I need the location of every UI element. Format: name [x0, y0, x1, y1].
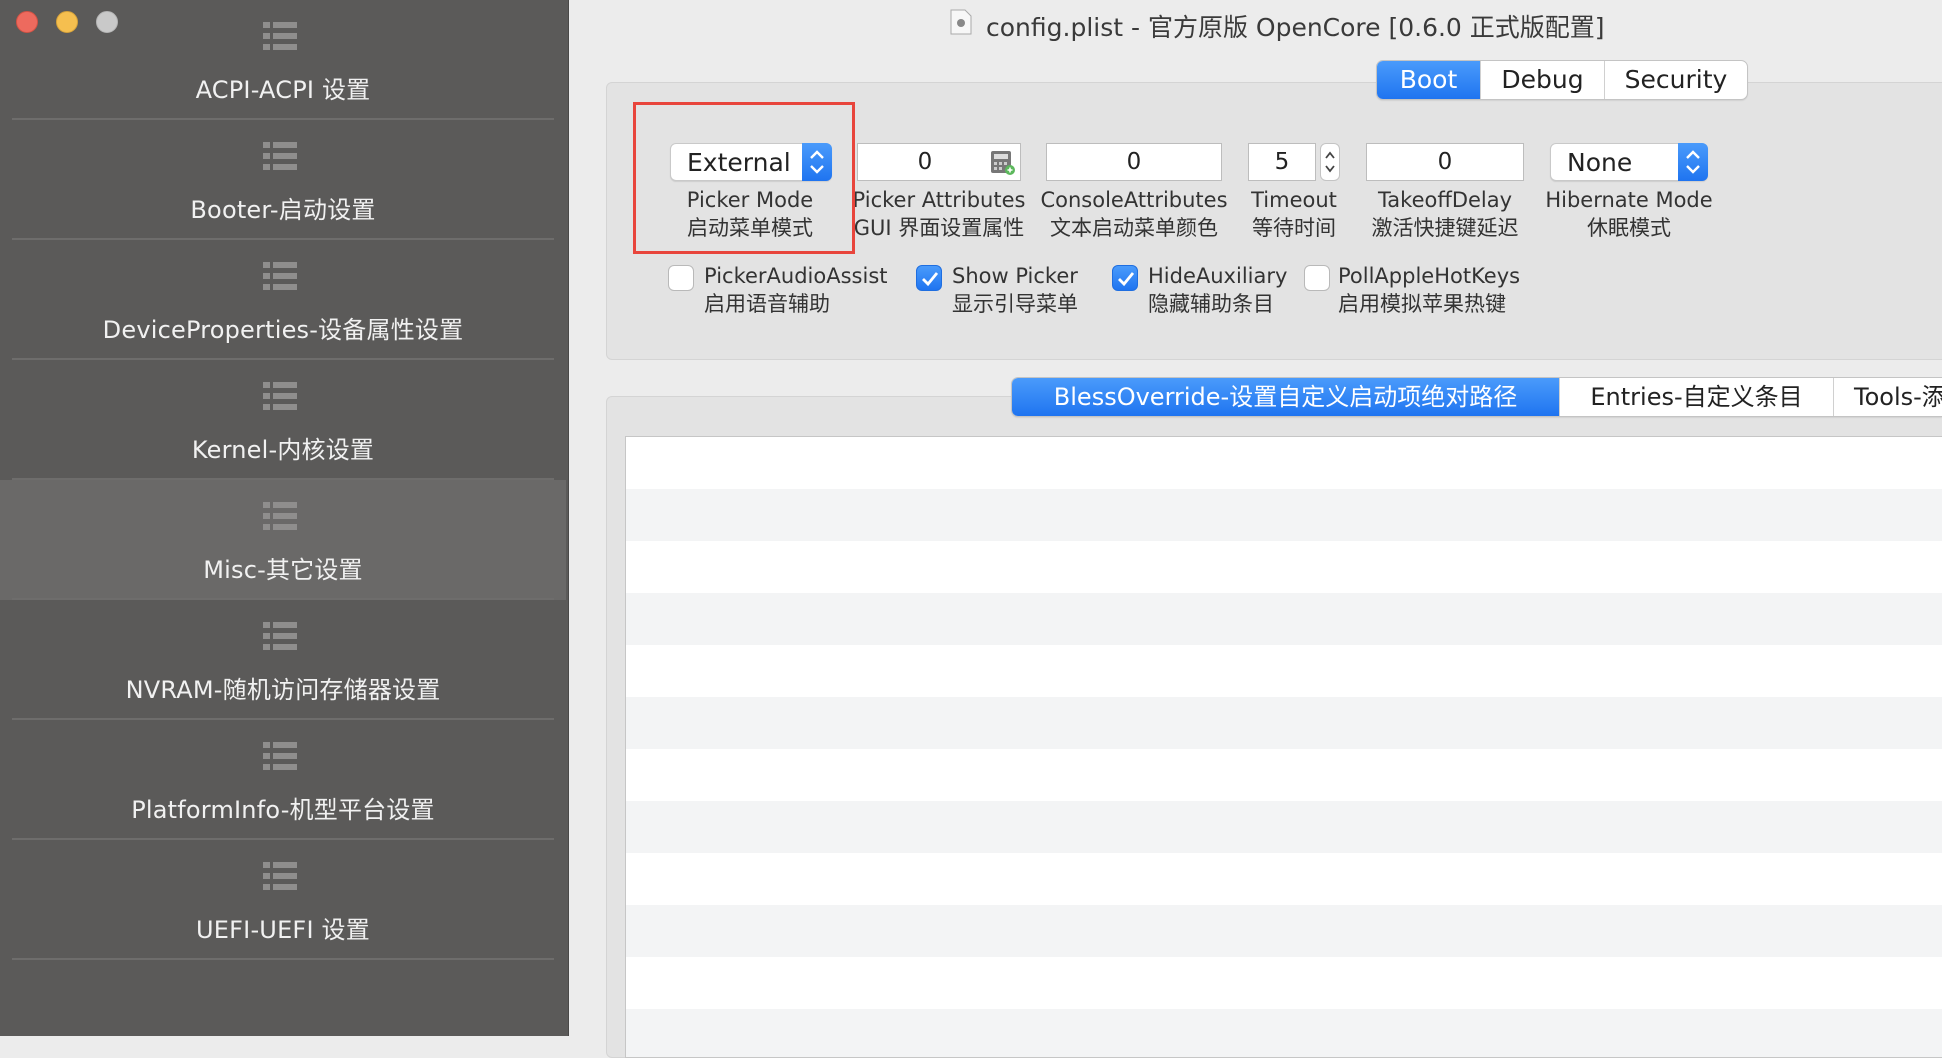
list-icon — [263, 142, 297, 170]
top-tab-bar: Boot Debug Security — [1376, 60, 1748, 100]
hide-auxiliary-checkbox[interactable] — [1112, 265, 1138, 291]
list-row[interactable] — [626, 541, 1942, 593]
picker-audio-assist-label-en: PickerAudioAssist — [704, 264, 888, 288]
timeout-label: Timeout 等待时间 — [1234, 186, 1354, 242]
list-icon — [263, 22, 297, 50]
list-row[interactable] — [626, 1009, 1942, 1057]
list-row[interactable] — [626, 749, 1942, 801]
timeout-label-cn: 等待时间 — [1252, 216, 1336, 240]
checkmark-icon — [922, 272, 939, 287]
poll-apple-hotkeys-label-en: PollAppleHotKeys — [1338, 264, 1521, 288]
tab-bless-override[interactable]: BlessOverride-设置自定义启动项绝对路径 — [1012, 378, 1560, 416]
list-icon — [263, 262, 297, 290]
tab-entries[interactable]: Entries-自定义条目 — [1560, 378, 1834, 416]
list-icon — [263, 502, 297, 530]
sidebar-item-uefi[interactable]: UEFI-UEFI 设置 — [0, 840, 566, 960]
list-row[interactable] — [626, 853, 1942, 905]
takeoff-delay-label-en: TakeoffDelay — [1377, 188, 1513, 212]
picker-attributes-value: 0 — [917, 149, 933, 175]
list-icon — [263, 622, 297, 650]
console-attributes-label-cn: 文本启动菜单颜色 — [1050, 216, 1218, 240]
takeoff-delay-value: 0 — [1437, 149, 1453, 175]
list-icon — [263, 382, 297, 410]
console-attributes-label: ConsoleAttributes 文本启动菜单颜色 — [1034, 186, 1234, 242]
timeout-field[interactable]: 5 — [1248, 143, 1316, 181]
poll-apple-hotkeys-label: PollAppleHotKeys 启用模拟苹果热键 — [1338, 262, 1520, 318]
poll-apple-hotkeys-checkbox[interactable] — [1304, 265, 1330, 291]
sidebar-item-label: Kernel-内核设置 — [191, 436, 375, 464]
hibernate-mode-popup[interactable]: None — [1550, 143, 1708, 181]
show-picker-label-en: Show Picker — [952, 264, 1078, 288]
picker-audio-assist-label: PickerAudioAssist 启用语音辅助 — [704, 262, 888, 318]
timeout-label-en: Timeout — [1251, 188, 1337, 212]
list-icon — [263, 742, 297, 770]
sidebar-item-label: UEFI-UEFI 设置 — [196, 916, 370, 944]
takeoff-delay-field[interactable]: 0 — [1366, 143, 1524, 181]
list-row[interactable] — [626, 905, 1942, 957]
divider — [12, 958, 554, 960]
sidebar-item-label: Misc-其它设置 — [203, 556, 363, 584]
console-attributes-label-en: ConsoleAttributes — [1040, 188, 1228, 212]
show-picker-label-cn: 显示引导菜单 — [952, 292, 1078, 316]
sidebar-item-label: ACPI-ACPI 设置 — [195, 76, 371, 104]
list-row[interactable] — [626, 801, 1942, 853]
show-picker-checkbox[interactable] — [916, 265, 942, 291]
picker-audio-assist-label-cn: 启用语音辅助 — [704, 292, 830, 316]
tab-tools[interactable]: Tools-添 — [1834, 378, 1942, 416]
bottom-tab-bar: BlessOverride-设置自定义启动项绝对路径 Entries-自定义条目… — [1011, 377, 1942, 417]
list-row[interactable] — [626, 697, 1942, 749]
console-attributes-value: 0 — [1126, 149, 1142, 175]
highlight-annotation — [633, 102, 855, 254]
sidebar-item-nvram[interactable]: NVRAM-随机访问存储器设置 — [0, 600, 566, 720]
timeout-stepper[interactable] — [1320, 143, 1340, 181]
sidebar-item-booter[interactable]: Booter-启动设置 — [0, 120, 566, 240]
bless-override-list[interactable] — [625, 436, 1942, 1058]
timeout-value: 5 — [1274, 149, 1290, 175]
list-row[interactable] — [626, 489, 1942, 541]
hibernate-mode-value: None — [1567, 148, 1633, 177]
sidebar-item-kernel[interactable]: Kernel-内核设置 — [0, 360, 566, 480]
hide-auxiliary-label-en: HideAuxiliary — [1148, 264, 1288, 288]
document-icon — [950, 9, 972, 35]
hide-auxiliary-label-cn: 隐藏辅助条目 — [1148, 292, 1274, 316]
list-row[interactable] — [626, 593, 1942, 645]
picker-attributes-field[interactable]: 0 — [857, 143, 1021, 181]
hide-auxiliary-label: HideAuxiliary 隐藏辅助条目 — [1148, 262, 1287, 318]
stepper-arrows-icon — [1325, 151, 1335, 173]
sidebar: ACPI-ACPI 设置 Booter-启动设置 DevicePropertie… — [0, 0, 569, 1036]
chevron-updown-icon — [1678, 143, 1708, 181]
sidebar-item-label: DeviceProperties-设备属性设置 — [102, 316, 464, 344]
tab-debug[interactable]: Debug — [1481, 61, 1605, 99]
picker-attributes-label-cn: GUI 界面设置属性 — [853, 216, 1025, 240]
window-title: config.plist - 官方原版 OpenCore [0.6.0 正式版配… — [986, 13, 1605, 42]
takeoff-delay-label-cn: 激活快捷键延迟 — [1371, 216, 1519, 240]
sidebar-item-acpi[interactable]: ACPI-ACPI 设置 — [0, 0, 566, 120]
picker-attributes-label-en: Picker Attributes — [852, 188, 1026, 212]
show-picker-label: Show Picker 显示引导菜单 — [952, 262, 1078, 318]
hibernate-mode-label-cn: 休眠模式 — [1587, 216, 1671, 240]
list-row[interactable] — [626, 645, 1942, 697]
title-bar: config.plist - 官方原版 OpenCore [0.6.0 正式版配… — [568, 0, 1942, 46]
picker-audio-assist-checkbox[interactable] — [668, 265, 694, 291]
sidebar-item-deviceproperties[interactable]: DeviceProperties-设备属性设置 — [0, 240, 566, 360]
picker-attributes-label: Picker Attributes GUI 界面设置属性 — [849, 186, 1029, 242]
sidebar-item-platforminfo[interactable]: PlatformInfo-机型平台设置 — [0, 720, 566, 840]
sidebar-item-label: Booter-启动设置 — [190, 196, 376, 224]
tab-boot[interactable]: Boot — [1377, 61, 1481, 99]
sidebar-item-label: PlatformInfo-机型平台设置 — [131, 796, 435, 824]
list-row[interactable] — [626, 437, 1942, 489]
hibernate-mode-label: Hibernate Mode 休眠模式 — [1534, 186, 1724, 242]
console-attributes-field[interactable]: 0 — [1046, 143, 1222, 181]
poll-apple-hotkeys-label-cn: 启用模拟苹果热键 — [1338, 292, 1506, 316]
calculator-icon[interactable] — [990, 150, 1016, 176]
hibernate-mode-label-en: Hibernate Mode — [1545, 188, 1713, 212]
sidebar-item-misc[interactable]: Misc-其它设置 — [0, 480, 566, 600]
takeoff-delay-label: TakeoffDelay 激活快捷键延迟 — [1355, 186, 1535, 242]
checkmark-icon — [1118, 272, 1135, 287]
list-row[interactable] — [626, 957, 1942, 1009]
sidebar-item-label: NVRAM-随机访问存储器设置 — [125, 676, 441, 704]
list-icon — [263, 862, 297, 890]
tab-security[interactable]: Security — [1605, 61, 1747, 99]
